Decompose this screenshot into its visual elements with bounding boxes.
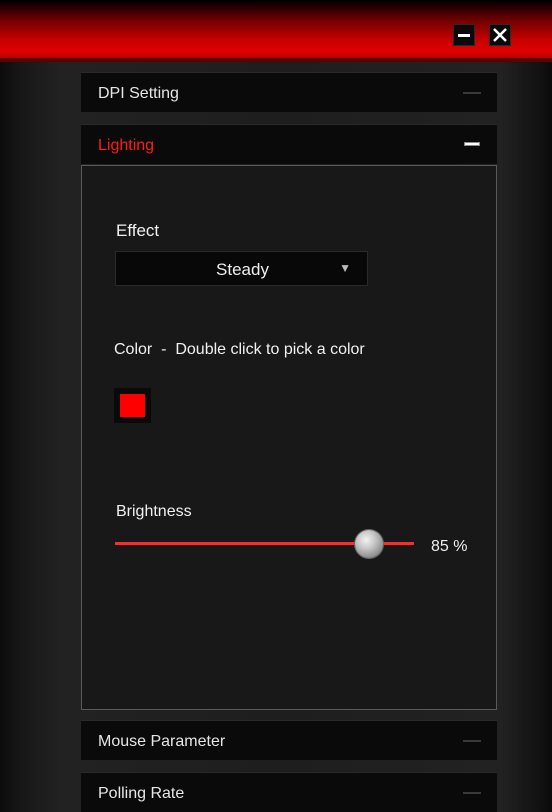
minimize-button[interactable] <box>453 24 475 46</box>
close-icon <box>493 28 507 42</box>
expand-icon[interactable] <box>463 792 481 794</box>
lighting-panel: Effect Steady ▼ Color - Double click to … <box>81 165 497 710</box>
color-swatch[interactable] <box>114 388 151 423</box>
section-label: Polling Rate <box>98 785 185 802</box>
brightness-slider[interactable] <box>115 529 415 559</box>
color-swatch-fill <box>120 394 145 417</box>
brightness-value: 85 % <box>431 538 468 555</box>
expand-icon[interactable] <box>463 92 481 94</box>
color-label: Color - Double click to pick a color <box>114 341 365 358</box>
section-lighting[interactable]: Lighting <box>81 124 497 164</box>
collapse-icon[interactable] <box>464 142 480 146</box>
effect-dropdown[interactable]: Steady ▼ <box>115 251 368 286</box>
close-button[interactable] <box>489 24 511 46</box>
brightness-label: Brightness <box>116 503 192 520</box>
effect-label: Effect <box>116 221 160 240</box>
section-label: DPI Setting <box>98 85 179 102</box>
effect-value: Steady <box>216 260 269 279</box>
title-bar <box>0 0 552 62</box>
slider-thumb[interactable] <box>355 530 384 558</box>
section-label: Lighting <box>98 137 155 154</box>
section-mouse-parameter[interactable]: Mouse Parameter <box>81 720 497 760</box>
dropdown-arrow-icon: ▼ <box>339 261 351 275</box>
section-polling-rate[interactable]: Polling Rate <box>81 772 497 812</box>
expand-icon[interactable] <box>463 740 481 742</box>
section-label: Mouse Parameter <box>98 733 226 750</box>
section-dpi-setting[interactable]: DPI Setting <box>81 72 497 112</box>
